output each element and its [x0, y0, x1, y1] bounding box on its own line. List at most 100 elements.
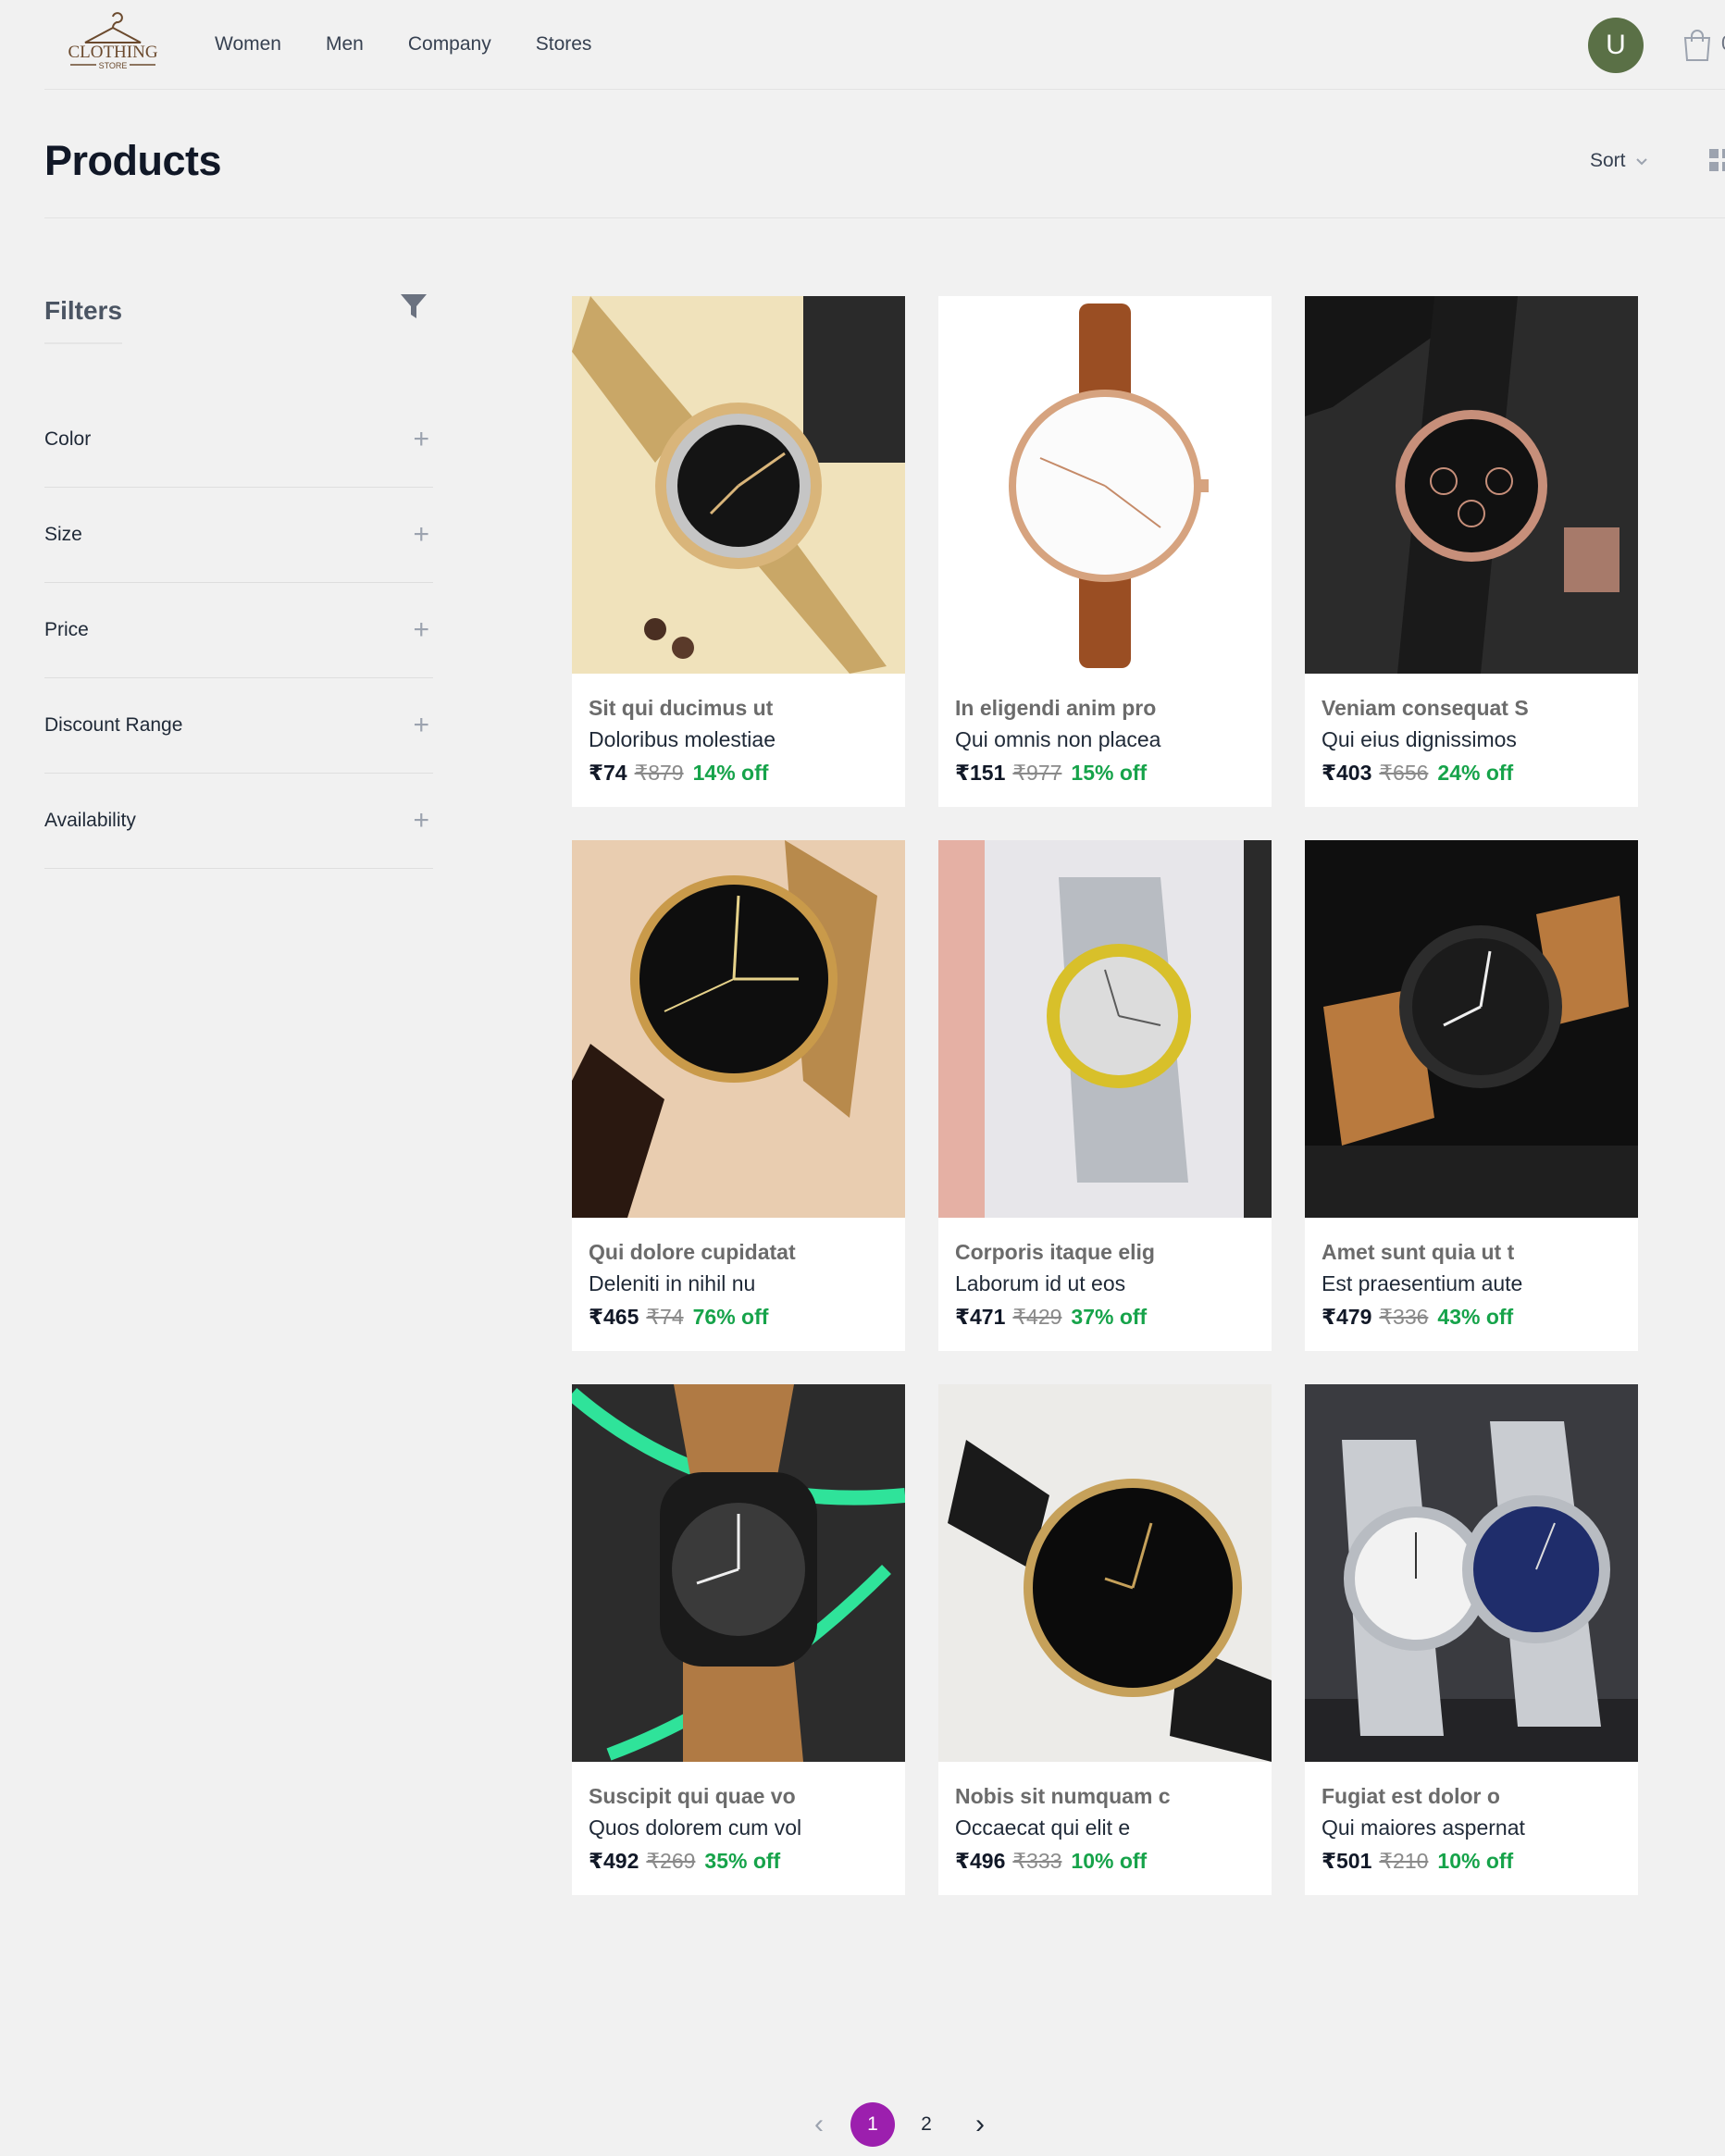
filter-label: Availability: [44, 809, 136, 831]
nav-item-stores[interactable]: Stores: [536, 33, 592, 56]
filter-section-color[interactable]: Color +: [44, 391, 433, 488]
product-image[interactable]: [1305, 296, 1638, 674]
product-price-row: ₹403 ₹656 24% off: [1322, 756, 1627, 789]
plus-icon: +: [413, 613, 429, 645]
product-original-price: ₹336: [1379, 1305, 1429, 1329]
plus-icon: +: [413, 518, 429, 550]
product-original-price: ₹269: [646, 1849, 696, 1873]
product-price-row: ₹492 ₹269 35% off: [589, 1844, 894, 1877]
product-description: Deleniti in nihil nu: [589, 1271, 756, 1295]
product-card[interactable]: Qui dolore cupidatat Deleniti in nihil n…: [572, 840, 905, 1351]
next-page-button[interactable]: ›: [953, 2102, 1007, 2147]
filter-section-discount-range[interactable]: Discount Range +: [44, 677, 433, 774]
nav-item-women[interactable]: Women: [215, 33, 281, 56]
product-card[interactable]: Nobis sit numquam c Occaecat qui elit e …: [938, 1384, 1272, 1895]
product-info: In eligendi anim pro Qui omnis non place…: [955, 692, 1260, 789]
product-name: In eligendi anim pro: [955, 696, 1157, 720]
product-price: ₹74: [589, 761, 627, 785]
sort-label: Sort: [1590, 150, 1626, 171]
page-number: 1: [850, 2102, 895, 2147]
product-description: Qui maiores aspernat: [1322, 1815, 1525, 1840]
product-original-price: ₹977: [1012, 761, 1062, 785]
product-image[interactable]: [1305, 840, 1638, 1218]
product-info: Nobis sit numquam c Occaecat qui elit e …: [955, 1780, 1260, 1877]
product-info: Suscipit qui quae vo Quos dolorem cum vo…: [589, 1780, 894, 1877]
page-button-2[interactable]: 2: [900, 2102, 953, 2147]
filter-section-price[interactable]: Price +: [44, 582, 433, 678]
product-discount: 14% off: [692, 761, 769, 785]
product-price-row: ₹479 ₹336 43% off: [1322, 1300, 1627, 1333]
product-name: Sit qui ducimus ut: [589, 696, 774, 720]
product-info: Sit qui ducimus ut Doloribus molestiae ₹…: [589, 692, 894, 789]
product-info: Fugiat est dolor o Qui maiores aspernat …: [1322, 1780, 1627, 1877]
product-price-row: ₹151 ₹977 15% off: [955, 756, 1260, 789]
grid-view-icon[interactable]: [1706, 146, 1725, 174]
product-original-price: ₹210: [1379, 1849, 1429, 1873]
product-card[interactable]: In eligendi anim pro Qui omnis non place…: [938, 296, 1272, 807]
product-description: Est praesentium aute: [1322, 1271, 1523, 1295]
product-info: Qui dolore cupidatat Deleniti in nihil n…: [589, 1236, 894, 1333]
product-price-row: ₹465 ₹74 76% off: [589, 1300, 894, 1333]
plus-icon: +: [413, 804, 429, 836]
product-original-price: ₹74: [646, 1305, 684, 1329]
product-price: ₹501: [1322, 1849, 1372, 1873]
page-button-1[interactable]: 1: [846, 2102, 900, 2147]
product-original-price: ₹879: [634, 761, 684, 785]
product-discount: 15% off: [1071, 761, 1148, 785]
product-info: Veniam consequat S Qui eius dignissimos …: [1322, 692, 1627, 789]
product-discount: 76% off: [692, 1305, 769, 1329]
product-price: ₹151: [955, 761, 1006, 785]
filter-section-size[interactable]: Size +: [44, 487, 433, 583]
cart-count: 0: [1721, 31, 1725, 56]
nav-item-company[interactable]: Company: [408, 33, 491, 56]
product-original-price: ₹429: [1012, 1305, 1062, 1329]
product-original-price: ₹656: [1379, 761, 1429, 785]
product-card[interactable]: Veniam consequat S Qui eius dignissimos …: [1305, 296, 1638, 807]
product-image[interactable]: [1305, 1384, 1638, 1762]
product-image[interactable]: [572, 840, 905, 1218]
product-price: ₹471: [955, 1305, 1006, 1329]
product-price-row: ₹496 ₹333 10% off: [955, 1844, 1260, 1877]
filter-section-availability[interactable]: Availability +: [44, 773, 433, 869]
page-title: Products: [44, 137, 222, 184]
store-logo[interactable]: CLOTHING STORE: [57, 11, 168, 80]
product-discount: 43% off: [1437, 1305, 1514, 1329]
product-description: Laborum id ut eos: [955, 1271, 1126, 1295]
product-card[interactable]: Corporis itaque elig Laborum id ut eos ₹…: [938, 840, 1272, 1351]
product-description: Quos dolorem cum vol: [589, 1815, 802, 1840]
product-info: Amet sunt quia ut t Est praesentium aute…: [1322, 1236, 1627, 1333]
product-price: ₹479: [1322, 1305, 1372, 1329]
product-image[interactable]: [572, 296, 905, 674]
user-avatar[interactable]: U: [1588, 18, 1644, 73]
product-card[interactable]: Amet sunt quia ut t Est praesentium aute…: [1305, 840, 1638, 1351]
page-header: Products Sort: [44, 89, 1725, 218]
product-name: Corporis itaque elig: [955, 1240, 1155, 1264]
product-name: Qui dolore cupidatat: [589, 1240, 796, 1264]
main-nav: Women Men Company Stores: [215, 0, 591, 89]
plus-icon: +: [413, 423, 429, 454]
sort-dropdown[interactable]: Sort: [1590, 150, 1648, 172]
product-info: Corporis itaque elig Laborum id ut eos ₹…: [955, 1236, 1260, 1333]
product-card[interactable]: Sit qui ducimus ut Doloribus molestiae ₹…: [572, 296, 905, 807]
product-image[interactable]: [938, 840, 1272, 1218]
filter-label: Size: [44, 523, 82, 545]
product-name: Amet sunt quia ut t: [1322, 1240, 1515, 1264]
product-discount: 24% off: [1437, 761, 1514, 785]
funnel-icon[interactable]: [400, 292, 428, 322]
nav-item-men[interactable]: Men: [326, 33, 364, 56]
filter-label: Color: [44, 427, 92, 450]
product-price-row: ₹74 ₹879 14% off: [589, 756, 894, 789]
product-image[interactable]: [938, 296, 1272, 674]
product-image[interactable]: [572, 1384, 905, 1762]
product-name: Suscipit qui quae vo: [589, 1784, 796, 1808]
shopping-bag-icon[interactable]: [1679, 26, 1716, 63]
logo-text: CLOTHING: [68, 43, 157, 62]
previous-page-button[interactable]: ‹: [792, 2102, 846, 2147]
product-card[interactable]: Suscipit qui quae vo Quos dolorem cum vo…: [572, 1384, 905, 1895]
product-discount: 10% off: [1071, 1849, 1148, 1873]
product-card[interactable]: Fugiat est dolor o Qui maiores aspernat …: [1305, 1384, 1638, 1895]
product-image[interactable]: [938, 1384, 1272, 1762]
chevron-down-icon: [1635, 158, 1647, 166]
plus-icon: +: [413, 709, 429, 740]
product-name: Nobis sit numquam c: [955, 1784, 1171, 1808]
